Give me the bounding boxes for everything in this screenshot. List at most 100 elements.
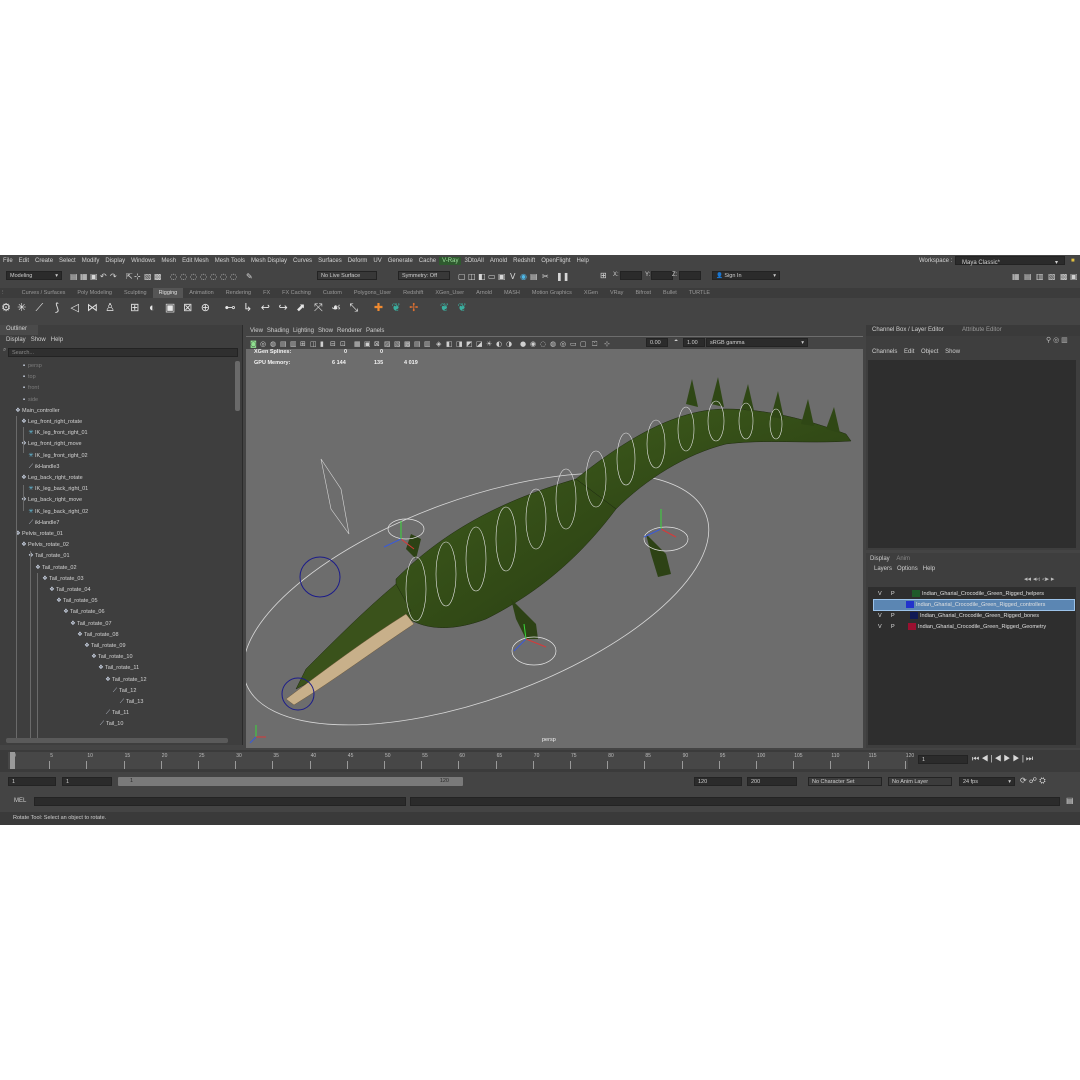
playback-controls[interactable]: ⏮◀|◀▶▶|⏭ (972, 754, 1035, 764)
current-frame-field[interactable]: 1 (918, 755, 968, 764)
tab-fx[interactable]: FX (257, 288, 276, 298)
key-icons[interactable]: ⟳ ☍ ⛭ (1020, 776, 1046, 786)
tab-rendering[interactable]: Rendering (220, 288, 257, 298)
tab-arnold[interactable]: Arnold (470, 288, 498, 298)
tab-vray[interactable]: VRay (604, 288, 629, 298)
script-editor-icon[interactable]: ▤ (1066, 796, 1074, 805)
vp-menu-renderer[interactable]: Renderer (337, 328, 362, 334)
layer-toolbar-icons[interactable]: ◂◂ ◂◃ ◃▸ ▸ (1024, 575, 1054, 583)
locator-icon[interactable]: ✚ (371, 301, 385, 315)
outliner-node[interactable]: ⟋ ikHandle7 (27, 518, 60, 529)
playback-start-field[interactable]: 1 (62, 777, 112, 786)
outliner-node[interactable]: ❖Tail_rotate_04 (48, 585, 90, 596)
insert-joint-icon[interactable]: ◁ (68, 301, 82, 315)
layer-menu-options[interactable]: Options (897, 566, 918, 572)
outliner-node[interactable]: ✳IK_leg_front_right_01 (27, 428, 87, 439)
outliner-node[interactable]: ✳IK_leg_back_right_02 (27, 507, 88, 518)
outliner-node[interactable]: ⟋ Tail_11 (104, 708, 129, 719)
visibility-toggle[interactable]: V (878, 611, 882, 621)
colorspace-dropdown[interactable]: sRGB gamma ▾ (706, 338, 808, 347)
outliner-node[interactable]: ❖Leg_front_right_move (20, 439, 81, 450)
menu-select[interactable]: Select (56, 257, 79, 265)
menu-windows[interactable]: Windows (128, 257, 158, 265)
layer-menu-help[interactable]: Help (923, 566, 935, 572)
smooth-bind-icon[interactable]: ⊞ (128, 301, 142, 315)
outliner-node[interactable]: ❖Tail_rotate_03 (41, 574, 83, 585)
tab-redshift[interactable]: Redshift (397, 288, 429, 298)
menu-modify[interactable]: Modify (79, 257, 103, 265)
time-slider[interactable]: 0510152025303540455055606570758085909510… (0, 750, 1080, 772)
render-tools[interactable]: ▢ ◫ ◧ ▭ ▣ V ◉ ▤ ✂ ❚❚ (458, 271, 578, 281)
layer-menu-layers[interactable]: Layers (874, 566, 892, 572)
paint-weights-icon[interactable]: ◐ (145, 301, 159, 315)
outliner-node[interactable]: ❖Leg_back_right_move (20, 495, 82, 506)
custom-shelf-icon-4[interactable]: ❦ (455, 301, 469, 315)
outliner-node[interactable]: ❖Tail_rotate_06 (62, 607, 104, 618)
channel-toolbar-icons[interactable]: ⚲ ◎ ▥ (1046, 336, 1068, 344)
current-frame-marker[interactable] (10, 752, 15, 769)
outliner-node[interactable]: ❖Pelvis_rotate_02 (20, 540, 69, 551)
outliner-node[interactable]: ❖Tail_rotate_08 (76, 630, 118, 641)
outliner-node[interactable]: ❖Leg_back_right_rotate (20, 473, 82, 484)
vp-menu-shading[interactable]: Shading (267, 328, 289, 334)
wrap-deformer-icon[interactable]: ⤡ (347, 301, 361, 315)
bind-skin-icon[interactable]: ▣ (163, 301, 177, 315)
layer-color-swatch[interactable] (910, 612, 918, 619)
outliner-hscrollbar[interactable] (6, 738, 228, 743)
menu-arnold[interactable]: Arnold (487, 257, 510, 265)
start-time-field[interactable]: 1 (8, 777, 56, 786)
menu-curves[interactable]: Curves (290, 257, 315, 265)
tab-animation[interactable]: Animation (183, 288, 219, 298)
outliner-menu-display[interactable]: Display (6, 337, 26, 343)
menu-create[interactable]: Create (32, 257, 56, 265)
character-set-dropdown[interactable]: No Character Set (808, 777, 882, 786)
tab-display-layers[interactable]: Display (870, 556, 890, 562)
point-constraint-icon[interactable]: ⊷ (223, 301, 237, 315)
fps-dropdown[interactable]: 24 fps ▾ (959, 777, 1015, 786)
mel-input[interactable] (34, 797, 406, 806)
outliner-node[interactable]: ❖Tail_rotate_05 (55, 596, 97, 607)
layer-row-controllers[interactable]: Indian_Gharial_Crocodile_Green_Rigged_co… (873, 599, 1075, 611)
outliner-node[interactable]: ❖Tail_rotate_09 (83, 641, 125, 652)
pole-vector-icon[interactable]: ⬈ (294, 301, 308, 315)
sign-in-button[interactable]: 👤 Sign In ▾ (712, 271, 780, 280)
channel-menu-object[interactable]: Object (921, 349, 938, 355)
visibility-toggle[interactable]: V (878, 589, 882, 599)
tab-polygons-user[interactable]: Polygons_User (348, 288, 397, 298)
ik-spline-icon[interactable]: ⟆ (50, 301, 64, 315)
menu-mesh[interactable]: Mesh (158, 257, 179, 265)
end-time-field[interactable]: 200 (747, 777, 797, 786)
menu-cache[interactable]: Cache (416, 257, 439, 265)
blend-shape-icon[interactable]: ☙ (329, 301, 343, 315)
playback-end-field[interactable]: 120 (694, 777, 742, 786)
outliner-node[interactable]: ❖Tail_rotate_01 (27, 551, 69, 562)
time-slider-track[interactable]: 0510152025303540455055606570758085909510… (8, 752, 914, 769)
y-field[interactable] (651, 271, 673, 280)
tab-turtle[interactable]: TURTLE (683, 288, 716, 298)
exposure-field[interactable]: 0.00 (646, 338, 668, 347)
outliner-node[interactable]: ⟋ ikHandle3 (27, 462, 60, 473)
playback-toggle[interactable]: P (891, 622, 895, 632)
outliner-node[interactable]: ▪ persp (20, 361, 42, 372)
tab-motion-graphics[interactable]: Motion Graphics (526, 288, 578, 298)
tab-mash[interactable]: MASH (498, 288, 526, 298)
menu-mesh-display[interactable]: Mesh Display (248, 257, 290, 265)
outliner-node[interactable]: ▪ top (20, 372, 36, 383)
outliner-node[interactable]: ❖Tail_rotate_07 (69, 619, 111, 630)
channel-menu-show[interactable]: Show (945, 349, 960, 355)
z-field[interactable] (679, 271, 701, 280)
tab-xgen[interactable]: XGen (578, 288, 604, 298)
menu-openflight[interactable]: OpenFlight (538, 257, 573, 265)
viewport-tool-icons[interactable]: ◙ ◎ ◍ ▤ ▥ ⊞ ◫ ▮ ⊟ ⊡ ▦ ▣ ⊠ ▨ ▧ ▩ ▤ ▥ ◈ ◧ ◨ ◩ ◪ ☀ ◐ ◑ ● ◉ ◌ ◍ ◎ ▭ ▢ ⏍ ⊹ (250, 338, 640, 348)
cluster-icon[interactable]: ⊕ (198, 301, 212, 315)
outliner-node[interactable]: ⟋ Tail_13 (118, 697, 144, 708)
outliner-node[interactable]: ✳IK_leg_back_right_01 (27, 484, 88, 495)
menu-generate[interactable]: Generate (385, 257, 416, 265)
tab-attribute-editor[interactable]: Attribute Editor (962, 327, 1002, 333)
outliner-node[interactable]: ❖Main_controller (14, 406, 59, 417)
mirror-joint-icon[interactable]: ⋈ (85, 301, 99, 315)
playback-toggle[interactable]: P (891, 589, 895, 599)
tab-rigging[interactable]: Rigging (152, 288, 184, 298)
tab-bifrost[interactable]: Bifrost (629, 288, 657, 298)
menu-mesh-tools[interactable]: Mesh Tools (212, 257, 248, 265)
